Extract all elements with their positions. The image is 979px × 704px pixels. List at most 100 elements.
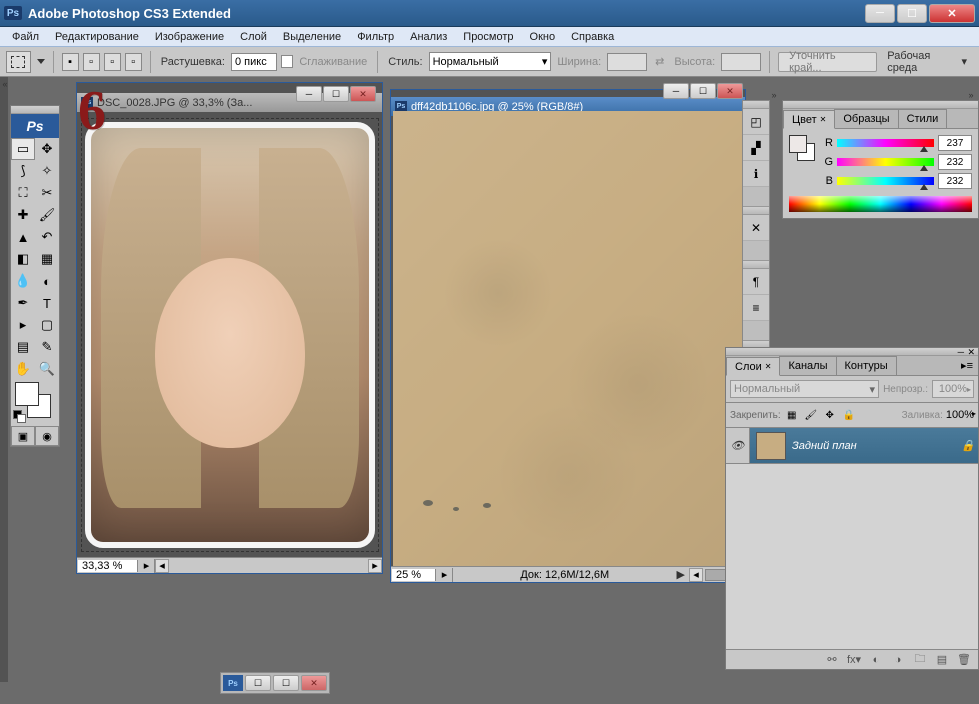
doc2-maximize-button[interactable]: ☐ bbox=[690, 83, 716, 99]
layers-panel-close-icon[interactable]: ✕ bbox=[967, 347, 975, 358]
delete-layer-icon[interactable]: 🗑 bbox=[954, 652, 974, 668]
lock-transparency-icon[interactable]: ▦ bbox=[784, 407, 800, 423]
doc2-canvas[interactable] bbox=[393, 111, 743, 566]
dock-collapse-icon[interactable]: « bbox=[0, 79, 10, 89]
doc2-close-button[interactable]: ✕ bbox=[717, 83, 743, 99]
selection-add-icon[interactable]: ▫ bbox=[83, 53, 100, 71]
layer-thumbnail[interactable] bbox=[756, 432, 786, 460]
menu-analysis[interactable]: Анализ bbox=[402, 29, 455, 45]
window-close-button[interactable]: ✕ bbox=[929, 4, 975, 23]
menu-view[interactable]: Просмотр bbox=[455, 29, 521, 45]
selection-new-icon[interactable]: ▪ bbox=[62, 53, 79, 71]
menu-filter[interactable]: Фильтр bbox=[349, 29, 402, 45]
tool-preset-dropdown-icon[interactable] bbox=[37, 59, 45, 64]
zoom-tool[interactable]: 🔍 bbox=[35, 358, 59, 380]
opacity-input[interactable]: 100%▸ bbox=[932, 380, 974, 398]
selection-intersect-icon[interactable]: ▫ bbox=[125, 53, 142, 71]
tab-swatches[interactable]: Образцы bbox=[834, 109, 898, 128]
history-brush-tool[interactable]: ↶ bbox=[35, 226, 59, 248]
window-minimize-button[interactable]: ─ bbox=[865, 4, 895, 23]
r-value-input[interactable] bbox=[938, 135, 972, 151]
healing-brush-tool[interactable]: ✚ bbox=[11, 204, 35, 226]
feather-input[interactable] bbox=[231, 53, 277, 71]
lock-position-icon[interactable]: ✥ bbox=[822, 407, 838, 423]
tab-color[interactable]: Цвет✕ bbox=[783, 110, 835, 129]
layer-style-icon[interactable]: fx▾ bbox=[844, 652, 864, 668]
workspace-menu[interactable]: Рабочая среда ▾ bbox=[881, 50, 973, 74]
doc1-scroll-left[interactable]: ◂ bbox=[155, 559, 169, 573]
gradient-tool[interactable]: ▦ bbox=[35, 248, 59, 270]
notes-tool[interactable]: ▤ bbox=[11, 336, 35, 358]
doc1-maximize-button[interactable]: ☐ bbox=[323, 86, 349, 102]
refine-edge-button[interactable]: Уточнить край... bbox=[778, 52, 877, 72]
hand-tool[interactable]: ✋ bbox=[11, 358, 35, 380]
lock-all-icon[interactable]: 🔒 bbox=[841, 407, 857, 423]
blur-tool[interactable]: 💧 bbox=[11, 270, 35, 292]
paragraph-icon[interactable]: ≡ bbox=[743, 295, 769, 321]
minimized-doc-restore-button[interactable]: ☐ bbox=[245, 675, 271, 691]
toolbox-grip[interactable] bbox=[11, 106, 59, 114]
clone-stamp-tool[interactable]: ▲ bbox=[11, 226, 35, 248]
blend-mode-dropdown[interactable]: Нормальный bbox=[730, 380, 879, 398]
doc1-zoom-field[interactable]: 33,33 % bbox=[78, 560, 138, 572]
doc1-minimize-button[interactable]: ─ bbox=[296, 86, 322, 102]
layer-group-icon[interactable]: 🗀 bbox=[910, 652, 930, 668]
doc1-status-icon[interactable]: ▸ bbox=[139, 559, 155, 573]
eraser-tool[interactable]: ◧ bbox=[11, 248, 35, 270]
magic-wand-tool[interactable]: ✧ bbox=[35, 160, 59, 182]
g-slider[interactable] bbox=[837, 157, 934, 167]
layers-panel-grip[interactable]: ─ ✕ bbox=[726, 348, 978, 356]
selection-subtract-icon[interactable]: ▫ bbox=[104, 53, 121, 71]
minimized-doc-close-button[interactable]: ✕ bbox=[301, 675, 327, 691]
layers-panel-menu-icon[interactable]: ▸≡ bbox=[956, 356, 978, 375]
character-icon[interactable]: ¶ bbox=[743, 269, 769, 295]
tool-preset-button[interactable] bbox=[6, 51, 31, 73]
slice-tool[interactable]: ✂ bbox=[35, 182, 59, 204]
doc2-scroll-left[interactable]: ◂ bbox=[689, 568, 703, 582]
color-swatches[interactable] bbox=[11, 380, 59, 420]
tab-styles[interactable]: Стили bbox=[898, 109, 948, 128]
doc2-status-arrow-icon[interactable]: ▶ bbox=[677, 568, 685, 581]
type-tool[interactable]: T bbox=[35, 292, 59, 314]
tab-paths[interactable]: Контуры bbox=[836, 356, 897, 375]
tab-layers[interactable]: Слои✕ bbox=[726, 357, 780, 376]
layers-panel-minimize-icon[interactable]: ─ bbox=[958, 347, 964, 357]
right-dock2-collapse-icon[interactable]: » bbox=[966, 90, 976, 100]
foreground-color-swatch[interactable] bbox=[15, 382, 39, 406]
menu-layer[interactable]: Слой bbox=[232, 29, 275, 45]
color-panel-grip[interactable] bbox=[783, 101, 978, 109]
doc1-scroll-right[interactable]: ▸ bbox=[368, 559, 382, 573]
quickmask-mode-button[interactable]: ◉ bbox=[35, 426, 59, 446]
menu-edit[interactable]: Редактирование bbox=[47, 29, 147, 45]
standard-mode-button[interactable]: ▣ bbox=[11, 426, 35, 446]
dock-grip-3[interactable] bbox=[743, 261, 769, 269]
histogram-icon[interactable]: ▞ bbox=[743, 135, 769, 161]
menu-window[interactable]: Окно bbox=[522, 29, 564, 45]
default-colors-icon[interactable] bbox=[13, 410, 27, 424]
layer-mask-icon[interactable]: ◐ bbox=[866, 652, 886, 668]
fill-input[interactable]: 100%▸ bbox=[946, 409, 974, 421]
g-value-input[interactable] bbox=[938, 154, 972, 170]
info-icon[interactable]: ℹ bbox=[743, 161, 769, 187]
antialias-checkbox[interactable] bbox=[281, 55, 293, 68]
brush-tool[interactable]: 🖌 bbox=[35, 204, 59, 226]
layer-visibility-icon[interactable]: 👁 bbox=[726, 428, 750, 463]
marquee-tool[interactable]: ▭ bbox=[11, 138, 35, 160]
menu-select[interactable]: Выделение bbox=[275, 29, 349, 45]
dock-grip-2[interactable] bbox=[743, 207, 769, 215]
options-icon[interactable]: ✕ bbox=[743, 215, 769, 241]
adjustment-layer-icon[interactable]: ◑ bbox=[888, 652, 908, 668]
minimized-doc-maximize-button[interactable]: ☐ bbox=[273, 675, 299, 691]
dock-grip[interactable] bbox=[743, 101, 769, 109]
color-spectrum[interactable] bbox=[789, 196, 972, 212]
window-maximize-button[interactable]: ☐ bbox=[897, 4, 927, 23]
layer-row-background[interactable]: 👁 Задний план 🔒 bbox=[726, 428, 978, 464]
doc2-zoom-field[interactable]: 25 % bbox=[392, 569, 436, 581]
color-panel-swatches[interactable] bbox=[789, 135, 817, 165]
tab-channels[interactable]: Каналы bbox=[779, 356, 836, 375]
lasso-tool[interactable]: ⟆ bbox=[11, 160, 35, 182]
r-slider[interactable] bbox=[837, 138, 934, 148]
doc1-canvas[interactable] bbox=[79, 113, 380, 557]
doc1-close-button[interactable]: ✕ bbox=[350, 86, 376, 102]
menu-file[interactable]: Файл bbox=[4, 29, 47, 45]
